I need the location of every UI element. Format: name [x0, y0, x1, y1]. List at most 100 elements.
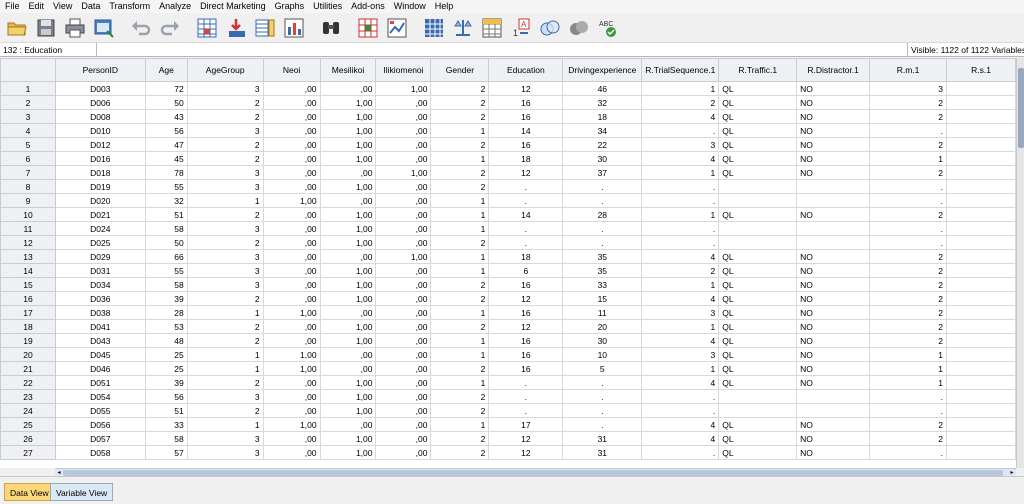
data-cell[interactable]: D019 [54, 179, 146, 194]
data-cell[interactable] [946, 123, 1016, 138]
data-cell[interactable]: 2 [186, 319, 264, 334]
row-number[interactable]: 16 [0, 291, 56, 306]
insert-variable-icon[interactable] [384, 15, 410, 41]
row-number[interactable]: 15 [0, 277, 56, 292]
data-cell[interactable]: ,00 [262, 151, 321, 166]
row-number[interactable]: 13 [0, 249, 56, 264]
data-cell[interactable]: . [869, 179, 947, 194]
data-cell[interactable]: . [488, 179, 564, 194]
row-number[interactable]: 23 [0, 389, 56, 404]
data-cell[interactable] [946, 375, 1016, 390]
column-header[interactable]: R.Traffic.1 [718, 58, 798, 82]
data-cell[interactable]: . [488, 389, 564, 404]
column-header[interactable]: R.s.1 [946, 58, 1016, 82]
data-cell[interactable]: D031 [54, 263, 146, 278]
data-cell[interactable]: 1 [641, 319, 720, 334]
data-cell[interactable]: QL [718, 445, 798, 460]
data-cell[interactable]: . [641, 123, 720, 138]
data-cell[interactable]: QL [718, 207, 798, 222]
data-cell[interactable] [946, 249, 1016, 264]
data-cell[interactable]: 1 [430, 123, 490, 138]
tab-data-view[interactable]: Data View [4, 483, 55, 501]
data-cell[interactable]: 1 [186, 347, 264, 362]
data-cell[interactable]: 1 [430, 151, 490, 166]
vertical-scroll-thumb[interactable] [1018, 68, 1024, 148]
data-cell[interactable]: ,00 [319, 305, 377, 320]
data-cell[interactable]: . [488, 221, 564, 236]
row-number[interactable]: 9 [0, 193, 56, 208]
data-cell[interactable]: 1 [641, 165, 720, 180]
data-cell[interactable]: ,00 [375, 333, 432, 348]
data-cell[interactable]: 18 [562, 109, 643, 124]
data-cell[interactable]: . [488, 375, 564, 390]
menu-analyze[interactable]: Analyze [154, 0, 195, 13]
menu-help[interactable]: Help [430, 0, 458, 13]
data-cell[interactable] [946, 221, 1016, 236]
data-cell[interactable] [796, 389, 871, 404]
data-cell[interactable]: 1 [430, 193, 490, 208]
data-cell[interactable]: ,00 [375, 431, 432, 446]
data-cell[interactable]: 1,00 [319, 431, 377, 446]
data-cell[interactable]: QL [718, 417, 798, 432]
data-cell[interactable]: 1,00 [375, 165, 432, 180]
data-cell[interactable]: NO [796, 151, 871, 166]
data-cell[interactable]: 2 [430, 165, 490, 180]
data-cell[interactable]: QL [718, 333, 798, 348]
data-cell[interactable]: 2 [869, 431, 947, 446]
data-cell[interactable]: 1 [430, 375, 490, 390]
data-cell[interactable]: 1 [869, 375, 947, 390]
data-cell[interactable]: ,00 [262, 277, 321, 292]
data-cell[interactable]: 1,00 [319, 333, 377, 348]
data-cell[interactable]: 4 [641, 431, 720, 446]
data-cell[interactable] [946, 95, 1016, 110]
data-cell[interactable] [796, 403, 871, 418]
data-cell[interactable]: 12 [488, 81, 564, 96]
data-cell[interactable]: 2 [186, 375, 264, 390]
row-number[interactable]: 12 [0, 235, 56, 250]
data-cell[interactable]: 1,00 [262, 305, 321, 320]
data-cell[interactable]: 1,00 [262, 417, 321, 432]
data-cell[interactable]: 1 [186, 417, 264, 432]
data-cell[interactable]: ,00 [375, 235, 432, 250]
data-cell[interactable]: 1,00 [319, 207, 377, 222]
data-cell[interactable]: 1,00 [375, 81, 432, 96]
data-cell[interactable]: . [869, 389, 947, 404]
data-cell[interactable]: ,00 [375, 361, 432, 376]
row-number[interactable]: 14 [0, 263, 56, 278]
data-cell[interactable]: D016 [54, 151, 146, 166]
data-cell[interactable]: ,00 [375, 445, 432, 460]
use-sets-icon[interactable] [537, 15, 563, 41]
data-cell[interactable] [946, 277, 1016, 292]
data-cell[interactable]: 6 [488, 263, 564, 278]
data-cell[interactable]: 1,00 [319, 319, 377, 334]
column-header[interactable]: Gender [430, 58, 490, 82]
data-cell[interactable]: 2 [869, 249, 947, 264]
data-cell[interactable]: 2 [869, 95, 947, 110]
data-cell[interactable] [796, 235, 871, 250]
data-cell[interactable]: ,00 [262, 291, 321, 306]
data-cell[interactable]: NO [796, 319, 871, 334]
data-cell[interactable]: D012 [54, 137, 146, 152]
data-cell[interactable]: NO [796, 81, 871, 96]
data-cell[interactable]: ,00 [319, 249, 377, 264]
data-cell[interactable]: 34 [562, 123, 643, 138]
data-cell[interactable]: 2 [430, 235, 490, 250]
data-cell[interactable]: 3 [186, 179, 264, 194]
data-cell[interactable]: 1,00 [319, 123, 377, 138]
data-cell[interactable]: 2 [186, 235, 264, 250]
data-cell[interactable]: 55 [144, 263, 188, 278]
data-cell[interactable]: D006 [54, 95, 146, 110]
data-cell[interactable]: 1,00 [319, 375, 377, 390]
data-cell[interactable]: NO [796, 249, 871, 264]
data-cell[interactable]: ,00 [375, 207, 432, 222]
data-cell[interactable] [946, 305, 1016, 320]
column-header[interactable]: Mesilikoi [319, 58, 377, 82]
data-cell[interactable]: 1,00 [319, 445, 377, 460]
data-cell[interactable]: QL [718, 249, 798, 264]
data-cell[interactable]: 33 [562, 277, 643, 292]
vertical-scrollbar[interactable] [1016, 58, 1024, 468]
redo-icon[interactable] [157, 15, 183, 41]
data-cell[interactable]: ,00 [262, 221, 321, 236]
data-cell[interactable]: 16 [488, 347, 564, 362]
data-cell[interactable]: . [869, 123, 947, 138]
